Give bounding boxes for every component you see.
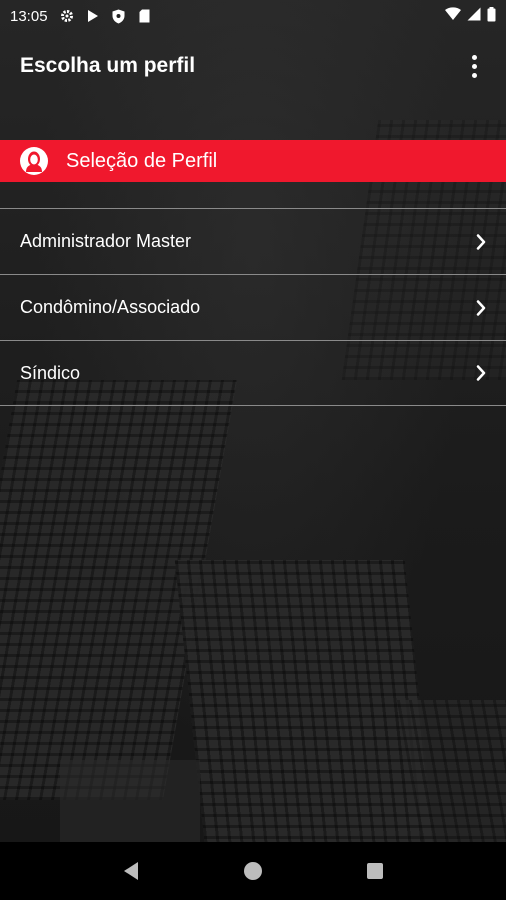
status-time: 13:05 [10,7,48,25]
chevron-right-icon [476,233,486,250]
home-icon [244,862,262,880]
wifi-icon [445,7,461,25]
signal-icon [467,7,481,25]
more-options-button[interactable] [462,46,486,86]
chevron-right-icon [476,299,486,316]
section-label: Seleção de Perfil [66,149,218,172]
page-title: Escolha um perfil [20,54,196,77]
system-nav-bar [0,842,506,900]
recents-button[interactable] [355,851,395,891]
profile-item-label: Condômino/Associado [20,297,201,317]
profile-item-label: Administrador Master [20,231,192,251]
shield-icon [110,7,128,25]
more-vert-icon [471,54,477,60]
play-store-icon [84,7,102,25]
profile-item-label: Síndico [20,362,81,383]
sd-card-icon [136,7,154,25]
battery-icon [487,6,496,26]
back-icon [124,862,138,880]
settings-icon [58,7,76,25]
recents-icon [367,863,383,879]
status-bar: 13:05 [0,0,506,32]
profile-selection-header: Seleção de Perfil [0,140,506,182]
profile-item-condomino-associado[interactable]: Condômino/Associado [0,274,506,340]
profile-item-administrador-master[interactable]: Administrador Master [0,208,506,274]
background-building [60,760,200,850]
back-button[interactable] [111,851,151,891]
home-button[interactable] [233,851,273,891]
app-bar: Escolha um perfil [0,32,506,100]
profile-list: Administrador Master Condômino/Associado… [0,208,506,406]
profile-item-sindico[interactable]: Síndico [0,340,506,406]
background-building [174,560,436,850]
chevron-right-icon [476,365,486,381]
person-icon [20,147,48,175]
background-city-image [0,0,506,850]
